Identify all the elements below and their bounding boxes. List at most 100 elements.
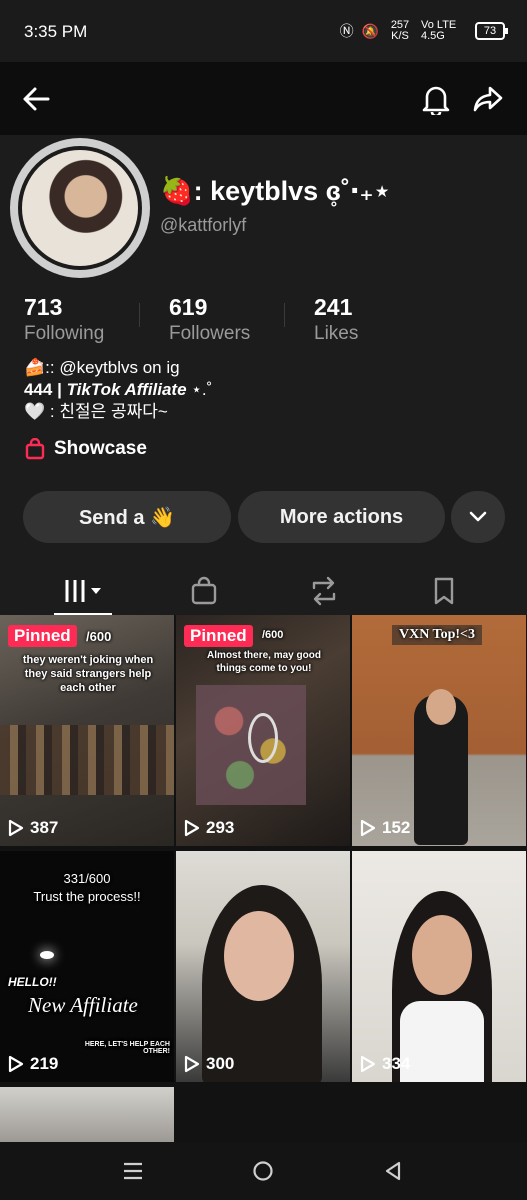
video-thumbnail[interactable]: Pinned /600 they weren't joking when the…	[0, 615, 174, 846]
nfc-icon: Ⓝ	[339, 23, 354, 39]
repost-icon	[312, 576, 335, 606]
chevron-down-icon	[469, 511, 487, 522]
bio-line-2-prefix: 444 |	[24, 380, 67, 399]
view-count: 293	[184, 818, 234, 838]
bio: 🍰:: @keytblvs on ig 444 | TikTok Affilia…	[24, 357, 212, 423]
following-count: 713	[24, 294, 63, 320]
stat-followers[interactable]: 619 Followers	[169, 294, 250, 345]
bio-line-2: 444 | TikTok Affiliate ⋆.˚	[24, 379, 212, 401]
view-count-value: 387	[30, 818, 59, 837]
view-count: 300	[184, 1054, 234, 1074]
overlay-hello: HELLO!!	[8, 975, 57, 989]
view-count: 334	[360, 1054, 410, 1074]
pinned-badge: Pinned	[184, 625, 253, 647]
send-button[interactable]: Send a 👋	[23, 491, 231, 543]
view-count: 219	[8, 1054, 58, 1074]
net-speed: 257 K/S	[390, 19, 410, 42]
view-count: 152	[360, 818, 410, 838]
video-counter: /600	[86, 629, 112, 644]
view-count-value: 334	[382, 1054, 411, 1073]
divider	[284, 303, 285, 327]
home-button[interactable]	[242, 1150, 284, 1192]
share-icon	[473, 86, 503, 112]
grid-icon	[65, 580, 101, 602]
bio-affiliate: TikTok Affiliate	[66, 380, 187, 399]
play-icon	[360, 819, 376, 837]
battery-icon: 73	[475, 22, 508, 40]
profile-tabs	[0, 567, 527, 615]
person-top	[400, 1001, 484, 1082]
bio-line-1: 🍰:: @keytblvs on ig	[24, 358, 180, 377]
video-thumbnail[interactable]	[0, 1087, 174, 1142]
circle-icon	[253, 1161, 273, 1181]
tab-reposts[interactable]	[258, 567, 389, 615]
divider	[139, 303, 140, 327]
person-face	[224, 911, 294, 1001]
shopping-bag-icon	[191, 576, 216, 605]
video-caption: Almost there, may good things come to yo…	[207, 650, 321, 674]
avatar[interactable]	[10, 138, 150, 278]
view-count-value: 152	[382, 818, 411, 837]
likes-count: 241	[314, 294, 353, 320]
avatar-image	[18, 146, 142, 270]
person-face	[412, 915, 472, 995]
showcase-label: Showcase	[54, 438, 147, 459]
tab-videos[interactable]	[18, 567, 149, 615]
username: @kattforlyf	[160, 215, 247, 235]
video-thumbnail[interactable]: VXN Top!<3 152	[352, 615, 526, 846]
play-icon	[184, 819, 200, 837]
more-actions-button[interactable]: More actions	[238, 491, 445, 543]
more-actions-label: More actions	[279, 505, 404, 528]
video-thumbnail[interactable]: 331/600 Trust the process!! HELLO!! New …	[0, 851, 174, 1082]
video-thumbnail[interactable]: 334	[352, 851, 526, 1082]
play-icon	[8, 819, 24, 837]
showcase-link[interactable]: Showcase	[24, 438, 147, 460]
play-icon	[8, 1055, 24, 1073]
view-count-value: 300	[206, 1054, 235, 1073]
bio-line-2-suffix: ⋆.˚	[186, 380, 213, 399]
view-count: 387	[8, 818, 58, 838]
followers-count: 619	[169, 294, 208, 320]
profile-section: 🍓: keytblvs ɞ̥˚‧₊⋆ @kattforlyf 713 Follo…	[0, 135, 527, 615]
display-name: 🍓: keytblvs ɞ̥˚‧₊⋆	[160, 176, 391, 206]
stat-following[interactable]: 713 Following	[24, 294, 104, 345]
share-button[interactable]	[466, 77, 510, 121]
likes-label: Likes	[314, 323, 359, 344]
video-caption: VXN Top!<3	[392, 625, 482, 645]
system-back-button[interactable]	[372, 1150, 414, 1192]
followers-label: Followers	[169, 323, 251, 344]
following-label: Following	[24, 323, 105, 344]
person-head	[426, 689, 456, 725]
night-light-image	[40, 951, 54, 959]
triangle-back-icon	[385, 1161, 401, 1181]
play-icon	[184, 1055, 200, 1073]
system-nav-bar	[0, 1142, 527, 1200]
mirror-image	[248, 713, 278, 763]
bell-icon	[422, 86, 450, 115]
video-counter: 331/600	[63, 871, 111, 886]
video-caption: Trust the process!!	[33, 889, 141, 904]
view-count-value: 293	[206, 818, 235, 837]
video-counter: /600	[262, 629, 284, 641]
tab-saved[interactable]	[378, 567, 509, 615]
stat-likes[interactable]: 241 Likes	[314, 294, 358, 345]
status-time: 3:35 PM	[24, 22, 88, 41]
recent-apps-button[interactable]	[112, 1150, 154, 1192]
overlay-new-affiliate: New Affiliate	[28, 993, 138, 1017]
status-bar: 3:35 PM Ⓝ 🔕 257 K/S Vo LTE 4.5G 73	[0, 0, 527, 62]
pinned-badge: Pinned	[8, 625, 77, 647]
video-thumbnail[interactable]: 300	[176, 851, 350, 1082]
video-thumbnail[interactable]: Pinned /600 Almost there, may good thing…	[176, 615, 350, 846]
bio-line-3: 🤍 : 친절은 공짜다~	[24, 402, 168, 421]
overlay-help-text: HERE, LET'S HELP EACH OTHER!	[84, 1041, 170, 1055]
menu-icon	[124, 1162, 142, 1180]
tab-shop[interactable]	[138, 567, 269, 615]
back-button[interactable]	[14, 77, 58, 121]
arrow-left-icon	[23, 87, 50, 111]
expand-button[interactable]	[451, 491, 505, 543]
notification-button[interactable]	[414, 77, 458, 121]
status-icons: Ⓝ 🔕 257 K/S Vo LTE 4.5G 73	[339, 19, 508, 42]
network-label: Vo LTE 4.5G	[421, 19, 457, 42]
play-icon	[360, 1055, 376, 1073]
send-button-label: Send a 👋	[78, 506, 176, 529]
